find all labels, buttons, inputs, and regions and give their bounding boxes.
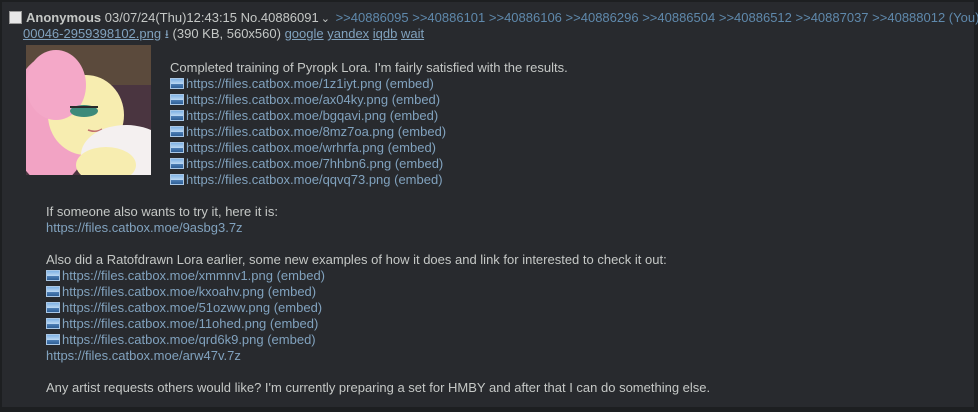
- post-message-part2: If someone also wants to try it, here it…: [46, 204, 710, 396]
- backlink[interactable]: >>40887037: [796, 10, 869, 25]
- image-icon: [46, 302, 60, 313]
- catbox-link[interactable]: https://files.catbox.moe/bgqavi.png (emb…: [186, 108, 438, 123]
- image-icon: [46, 334, 60, 345]
- post-container: Anonymous 03/07/24(Thu)12:43:15 No.40886…: [2, 2, 978, 407]
- image-icon: [46, 318, 60, 329]
- image-icon: [170, 158, 184, 169]
- catbox-link[interactable]: https://files.catbox.moe/kxoahv.png (emb…: [62, 284, 316, 299]
- search-link-google[interactable]: google: [285, 26, 324, 41]
- post-message-part1: Completed training of Pyropk Lora. I'm f…: [170, 60, 568, 188]
- post-datetime: 03/07/24(Thu)12:43:15: [104, 10, 238, 25]
- pony-thumbnail-image: [26, 45, 151, 175]
- link-row: https://files.catbox.moe/kxoahv.png (emb…: [46, 284, 710, 300]
- image-icon: [170, 78, 184, 89]
- catbox-link[interactable]: https://files.catbox.moe/qrd6k9.png (emb…: [62, 332, 316, 347]
- link-row: https://files.catbox.moe/11ohed.png (emb…: [46, 316, 710, 332]
- catbox-link[interactable]: https://files.catbox.moe/wrhrfa.png (emb…: [186, 140, 436, 155]
- catbox-link[interactable]: https://files.catbox.moe/51ozww.png (emb…: [62, 300, 322, 315]
- post-thumbnail[interactable]: [26, 45, 151, 175]
- catbox-link[interactable]: https://files.catbox.moe/1z1iyt.png (emb…: [186, 76, 434, 91]
- catbox-link[interactable]: https://files.catbox.moe/ax04ky.png (emb…: [186, 92, 440, 107]
- link-row: https://files.catbox.moe/qrd6k9.png (emb…: [46, 332, 710, 348]
- also-text: Also did a Ratofdrawn Lora earlier, some…: [46, 252, 667, 267]
- archive-link[interactable]: https://files.catbox.moe/arw47v.7z: [46, 348, 241, 363]
- closing-text: Any artist requests others would like? I…: [46, 380, 711, 395]
- link-row: https://files.catbox.moe/bgqavi.png (emb…: [170, 108, 568, 124]
- search-link-iqdb[interactable]: iqdb: [373, 26, 398, 41]
- try-link[interactable]: https://files.catbox.moe/9asbg3.7z: [46, 220, 243, 235]
- catbox-link[interactable]: https://files.catbox.moe/qqvq73.png (emb…: [186, 172, 443, 187]
- image-icon: [46, 286, 60, 297]
- poster-name: Anonymous: [26, 10, 102, 25]
- image-icon: [46, 270, 60, 281]
- link-row: https://files.catbox.moe/xmmnv1.png (emb…: [46, 268, 710, 284]
- catbox-link[interactable]: https://files.catbox.moe/7hhbn6.png (emb…: [186, 156, 443, 171]
- intro-text: Completed training of Pyropk Lora. I'm f…: [170, 60, 568, 75]
- image-icon: [170, 126, 184, 137]
- link-row: https://files.catbox.moe/qqvq73.png (emb…: [170, 172, 568, 188]
- search-link-wait[interactable]: wait: [401, 26, 424, 41]
- post-info: Anonymous 03/07/24(Thu)12:43:15 No.40886…: [9, 10, 978, 27]
- file-name-link[interactable]: 00046-2959398102.png: [23, 26, 161, 41]
- try-text: If someone also wants to try it, here it…: [46, 204, 278, 219]
- link-row: https://files.catbox.moe/ax04ky.png (emb…: [170, 92, 568, 108]
- backlink[interactable]: >>40886095: [336, 10, 409, 25]
- link-row: https://files.catbox.moe/wrhrfa.png (emb…: [170, 140, 568, 156]
- search-link-yandex[interactable]: yandex: [327, 26, 369, 41]
- image-icon: [170, 110, 184, 121]
- chevron-down-icon[interactable]: ⌄: [321, 13, 330, 25]
- backlink[interactable]: >>40888012 (You): [872, 10, 978, 25]
- file-meta: (390 KB, 560x560): [172, 26, 281, 41]
- catbox-link[interactable]: https://files.catbox.moe/xmmnv1.png (emb…: [62, 268, 325, 283]
- backlink[interactable]: >>40886296: [566, 10, 639, 25]
- link-row: https://files.catbox.moe/1z1iyt.png (emb…: [170, 76, 568, 92]
- image-icon: [170, 174, 184, 185]
- post-checkbox[interactable]: [9, 11, 22, 24]
- download-icon[interactable]: ⭳: [165, 27, 169, 41]
- backlink[interactable]: >>40886101: [412, 10, 485, 25]
- backlink[interactable]: >>40886106: [489, 10, 562, 25]
- backlink[interactable]: >>40886512: [719, 10, 792, 25]
- catbox-link[interactable]: https://files.catbox.moe/8mz7oa.png (emb…: [186, 124, 446, 139]
- link-row: https://files.catbox.moe/51ozww.png (emb…: [46, 300, 710, 316]
- link-row: https://files.catbox.moe/8mz7oa.png (emb…: [170, 124, 568, 140]
- image-icon: [170, 142, 184, 153]
- catbox-link[interactable]: https://files.catbox.moe/11ohed.png (emb…: [62, 316, 318, 331]
- backlink[interactable]: >>40886504: [642, 10, 715, 25]
- image-icon: [170, 94, 184, 105]
- file-info: 00046-2959398102.png ⭳ (390 KB, 560x560)…: [23, 26, 424, 42]
- link-row: https://files.catbox.moe/7hhbn6.png (emb…: [170, 156, 568, 172]
- post-number[interactable]: No.40886091: [241, 10, 319, 25]
